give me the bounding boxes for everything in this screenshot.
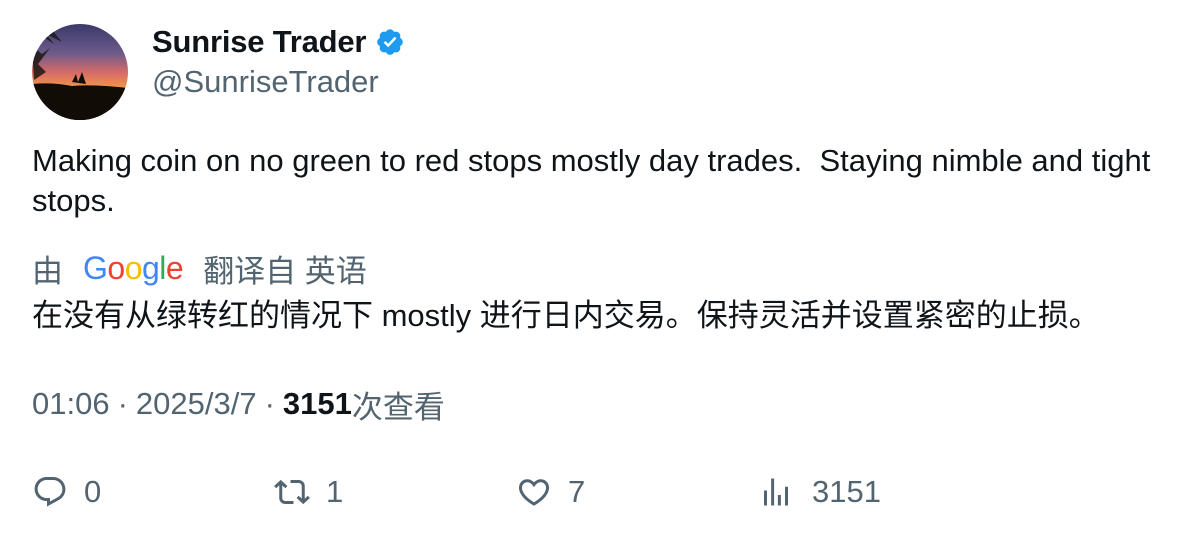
like-button[interactable]: 7 <box>516 468 585 516</box>
reply-count: 0 <box>84 474 102 509</box>
tweet-meta: 01:06 · 2025/3/7 · 3151 次查看 <box>32 382 445 426</box>
author-display-name[interactable]: Sunrise Trader <box>152 24 366 60</box>
tweet-date[interactable]: 2025/3/7 <box>136 386 257 422</box>
avatar[interactable] <box>32 24 128 120</box>
like-count: 7 <box>568 474 586 509</box>
views-button[interactable]: 3151 <box>758 468 881 516</box>
retweet-button[interactable]: 1 <box>274 468 343 516</box>
views-label[interactable]: 次查看 <box>352 382 445 427</box>
reply-icon <box>34 477 66 507</box>
views-icon <box>764 478 788 506</box>
views-action-count: 3151 <box>812 474 881 509</box>
meta-separator: · <box>264 386 275 421</box>
retweet-icon <box>274 479 310 505</box>
translated-by-label: 由 <box>32 253 63 289</box>
views-count[interactable]: 3151 <box>283 386 352 422</box>
translation-attribution: 由 Google 翻译自 英语 <box>32 246 367 290</box>
action-bar: 0 1 7 3151 <box>32 468 1162 516</box>
retweet-count: 1 <box>326 474 344 509</box>
google-logo: Google <box>83 249 184 286</box>
author-handle[interactable]: @SunriseTrader <box>152 62 379 102</box>
reply-button[interactable]: 0 <box>32 468 101 516</box>
author-name-row: Sunrise Trader <box>152 22 405 62</box>
tweet-text: Making coin on no green to red stops mos… <box>32 143 1159 218</box>
meta-separator: · <box>117 386 128 421</box>
avatar-sunset-image <box>32 24 128 120</box>
like-icon <box>518 479 550 506</box>
translated-tweet-text: 在没有从绿转红的情况下 mostly 进行日内交易。保持灵活并设置紧密的止损。 <box>32 298 1100 333</box>
tweet-time[interactable]: 01:06 <box>32 386 110 422</box>
verified-badge-icon[interactable] <box>375 27 405 57</box>
translated-from-label: 翻译自 英语 <box>203 253 367 289</box>
